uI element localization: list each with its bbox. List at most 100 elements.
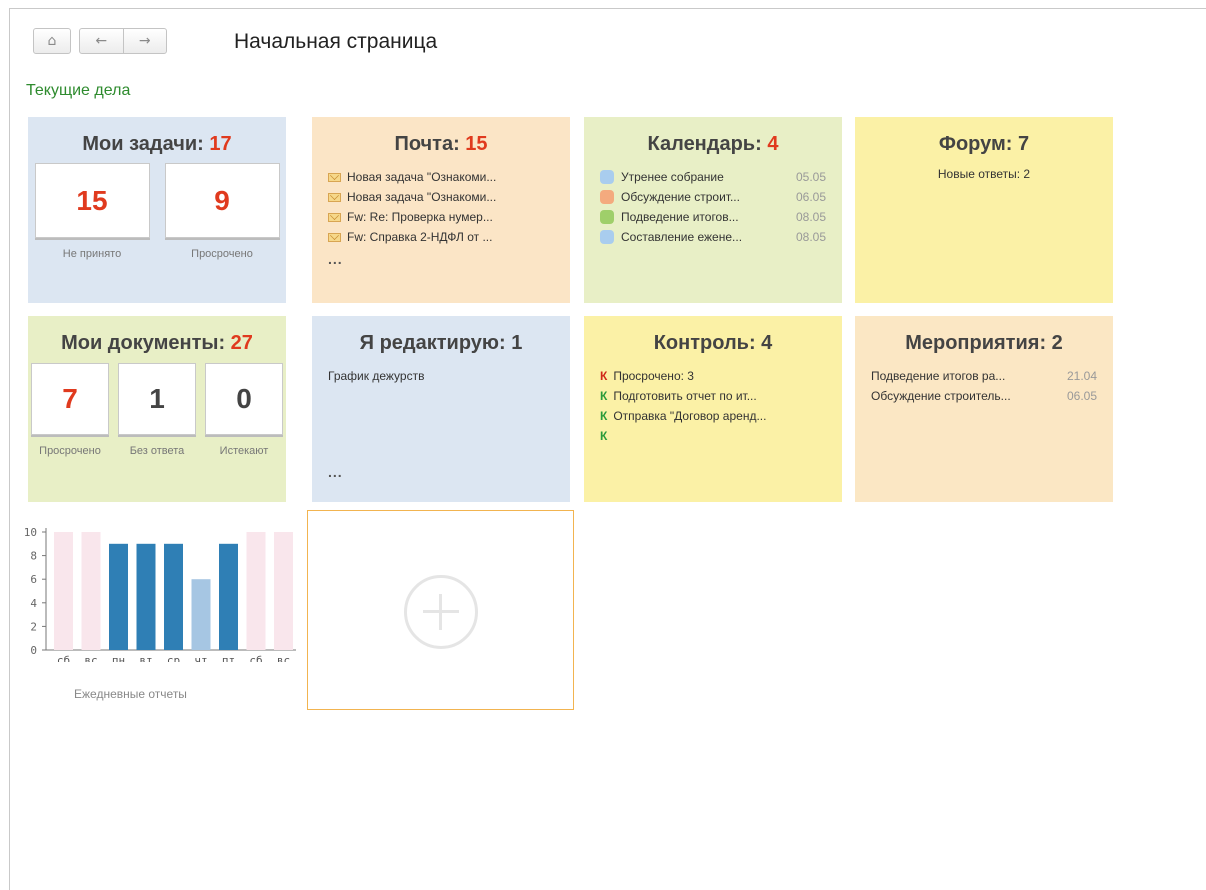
mail-title-text: Почта: bbox=[394, 133, 466, 155]
mail-item-text: Новая задача "Ознакоми... bbox=[347, 170, 497, 184]
x-tick-label: вс bbox=[277, 654, 290, 662]
daily-reports-chart[interactable]: 0 2 4 6 8 10 сб вс пн вт ср чт пт сб вс bbox=[24, 522, 302, 662]
forum-new-replies[interactable]: Новые ответы: 2 bbox=[855, 167, 1113, 181]
mail-item[interactable]: Fw: Re: Проверка нумер... bbox=[328, 207, 554, 227]
counter-not-accepted[interactable]: 15 bbox=[34, 163, 150, 238]
counter-expiring[interactable]: 0 bbox=[205, 363, 283, 435]
event-item-text: Подведение итогов ра... bbox=[871, 369, 1006, 383]
control-item[interactable]: К bbox=[600, 426, 826, 446]
bar-сб bbox=[54, 532, 73, 650]
y-tick-label: 10 bbox=[24, 526, 37, 539]
bar-вт bbox=[136, 543, 156, 650]
bar-вс bbox=[274, 532, 293, 650]
bar-пн bbox=[109, 543, 128, 650]
tile-mail[interactable]: Почта: 15 Новая задача "Ознакоми... Нова… bbox=[312, 117, 570, 303]
envelope-icon bbox=[328, 232, 341, 242]
mail-item-text: Fw: Справка 2-НДФЛ от ... bbox=[347, 230, 493, 244]
event-item-text: Обсуждение строитель... bbox=[871, 389, 1011, 403]
bar-ср bbox=[164, 543, 183, 650]
tile-my-documents[interactable]: Мои документы: 27 7 1 0 Просрочено Без о… bbox=[28, 316, 286, 502]
counter-overdue[interactable]: 9 bbox=[164, 163, 280, 238]
x-tick-label: сб bbox=[57, 654, 70, 662]
y-tick-label: 2 bbox=[30, 620, 37, 633]
more-link[interactable]: ... bbox=[328, 464, 554, 480]
y-tick-label: 8 bbox=[30, 550, 37, 563]
calendar-title-text: Календарь: bbox=[647, 133, 768, 155]
event-item[interactable]: Подведение итогов ра... 21.04 bbox=[871, 366, 1097, 386]
tile-forum[interactable]: Форум: 7 Новые ответы: 2 bbox=[855, 117, 1113, 303]
mail-item[interactable]: Новая задача "Ознакоми... bbox=[328, 187, 554, 207]
counter-label: Не принято bbox=[62, 248, 122, 260]
forward-button[interactable]: → bbox=[122, 29, 167, 53]
x-tick-label: сб bbox=[249, 654, 262, 662]
bar-сб bbox=[246, 532, 266, 650]
tile-title[interactable]: Мероприятия: 2 bbox=[855, 330, 1113, 356]
calendar-item-date: 06.05 bbox=[795, 190, 826, 204]
calendar-item-text: Подведение итогов... bbox=[621, 210, 739, 224]
editing-item[interactable]: График дежурств bbox=[328, 366, 554, 386]
event-item[interactable]: Обсуждение строитель... 06.05 bbox=[871, 386, 1097, 406]
chart-title: Ежедневные отчеты bbox=[74, 687, 187, 701]
control-item-text: Подготовить отчет по ит... bbox=[613, 389, 757, 403]
tile-title[interactable]: Календарь: 4 bbox=[584, 131, 842, 157]
more-link[interactable]: ... bbox=[328, 251, 554, 267]
calendar-color-marker bbox=[600, 170, 614, 184]
x-tick-label: пн bbox=[112, 654, 125, 662]
tile-events[interactable]: Мероприятия: 2 Подведение итогов ра... 21… bbox=[855, 316, 1113, 502]
calendar-item-text: Составление ежене... bbox=[621, 230, 743, 244]
plus-icon bbox=[404, 575, 478, 649]
mail-item[interactable]: Fw: Справка 2-НДФЛ от ... bbox=[328, 227, 554, 247]
history-buttons: ← → bbox=[79, 28, 167, 54]
tile-title[interactable]: Контроль: 4 bbox=[584, 330, 842, 356]
mail-item[interactable]: Новая задача "Ознакоми... bbox=[328, 167, 554, 187]
counter-label: Без ответа bbox=[129, 445, 185, 457]
tile-control[interactable]: Контроль: 4 К Просрочено: 3 К Подготовить … bbox=[584, 316, 842, 502]
control-item[interactable]: К Подготовить отчет по ит... bbox=[600, 386, 826, 406]
home-icon: ⌂ bbox=[47, 33, 57, 49]
home-button[interactable]: ⌂ bbox=[33, 28, 71, 54]
tile-title[interactable]: Мои документы: 27 bbox=[28, 330, 286, 356]
control-mark-icon: К bbox=[600, 409, 608, 423]
calendar-item[interactable]: Подведение итогов... 08.05 bbox=[600, 207, 826, 227]
tile-title[interactable]: Мои задачи: 17 bbox=[28, 131, 286, 157]
calendar-item-date: 08.05 bbox=[795, 230, 826, 244]
control-mark-icon: К bbox=[600, 389, 608, 403]
mail-item-text: Новая задача "Ознакоми... bbox=[347, 190, 497, 204]
tile-my-tasks[interactable]: Мои задачи: 17 15 9 Не принято Просрочен… bbox=[28, 117, 286, 303]
x-tick-label: вт bbox=[139, 654, 152, 662]
event-item-date: 06.05 bbox=[1066, 389, 1097, 403]
back-button[interactable]: ← bbox=[80, 29, 123, 53]
x-tick-label: пт bbox=[222, 654, 235, 662]
calendar-color-marker bbox=[600, 230, 614, 244]
y-tick-label: 0 bbox=[30, 644, 37, 657]
tile-calendar[interactable]: Календарь: 4 Утренее собрание 05.05 Обсуж… bbox=[584, 117, 842, 303]
tile-title[interactable]: Почта: 15 bbox=[312, 131, 570, 157]
editing-item-text: График дежурств bbox=[328, 369, 425, 383]
section-title[interactable]: Текущие дела bbox=[26, 82, 130, 100]
control-item[interactable]: К Отправка "Договор аренд... bbox=[600, 406, 826, 426]
page-title: Начальная страница bbox=[234, 30, 438, 53]
x-tick-label: ср bbox=[167, 654, 180, 662]
calendar-item-date: 08.05 bbox=[795, 210, 826, 224]
tile-editing[interactable]: Я редактирую: 1 График дежурств ... bbox=[312, 316, 570, 502]
calendar-color-marker bbox=[600, 210, 614, 224]
counter-label: Просрочено bbox=[39, 445, 101, 457]
y-tick-label: 4 bbox=[30, 597, 37, 610]
control-item-text: Отправка "Договор аренд... bbox=[613, 409, 767, 423]
calendar-item[interactable]: Составление ежене... 08.05 bbox=[600, 227, 826, 247]
tile-title[interactable]: Я редактирую: 1 bbox=[312, 330, 570, 356]
calendar-item[interactable]: Обсуждение строит... 06.05 bbox=[600, 187, 826, 207]
tile-title[interactable]: Форум: 7 bbox=[855, 131, 1113, 157]
envelope-icon bbox=[328, 192, 341, 202]
documents-count: 27 bbox=[230, 332, 253, 354]
add-widget-tile[interactable] bbox=[307, 510, 574, 710]
counter-no-reply[interactable]: 1 bbox=[118, 363, 196, 435]
tasks-count: 17 bbox=[209, 133, 232, 155]
counter-overdue[interactable]: 7 bbox=[31, 363, 109, 435]
calendar-count: 4 bbox=[767, 133, 779, 155]
documents-title-text: Мои документы: bbox=[61, 332, 231, 354]
calendar-item[interactable]: Утренее собрание 05.05 bbox=[600, 167, 826, 187]
x-tick-label: чт bbox=[194, 654, 207, 662]
y-tick-label: 6 bbox=[30, 573, 37, 586]
control-item[interactable]: К Просрочено: 3 bbox=[600, 366, 826, 386]
